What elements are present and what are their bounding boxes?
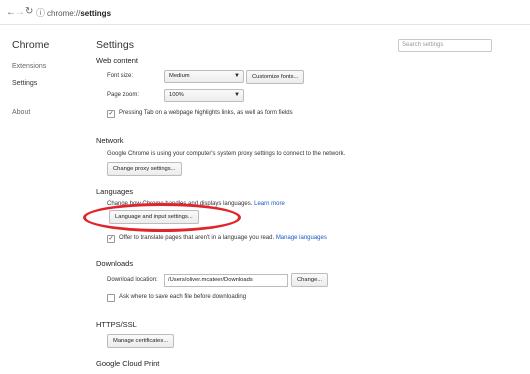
section-heading-languages: Languages — [96, 187, 134, 196]
toolbar-divider — [0, 24, 530, 25]
customize-fonts-button[interactable]: Customize fonts... — [246, 70, 305, 84]
font-size-value: Medium — [169, 73, 190, 79]
section-heading-cloud-print: Google Cloud Print — [96, 359, 160, 368]
offer-translate-text: Offer to translate pages that aren't in … — [119, 235, 275, 241]
section-heading-web-content: Web content — [96, 56, 138, 65]
page-zoom-label: Page zoom: — [107, 92, 140, 98]
ask-where-label: Ask where to save each file before downl… — [119, 294, 247, 300]
dropdown-arrow-icon: ▼ — [234, 73, 240, 79]
manage-languages-link[interactable]: Manage languages — [276, 235, 327, 241]
reload-icon[interactable]: ↻ — [25, 6, 33, 17]
change-download-location-button[interactable]: Change... — [291, 273, 329, 287]
info-icon[interactable]: ⓘ — [36, 6, 45, 19]
dropdown-arrow-icon: ▼ — [234, 92, 240, 98]
network-description: Google Chrome is using your computer's s… — [107, 151, 346, 157]
download-location-field[interactable]: /Users/oliver.mcateer/Downloads — [164, 274, 288, 287]
sidebar-item-settings[interactable]: Settings — [12, 80, 37, 87]
sidebar-item-about[interactable]: About — [12, 109, 30, 116]
sidebar-heading: Chrome — [12, 39, 50, 51]
download-location-label: Download location: — [107, 277, 158, 283]
offer-translate-label: Offer to translate pages that aren't in … — [119, 235, 327, 241]
address-bar[interactable]: chrome://settings — [47, 9, 111, 18]
manage-certificates-button[interactable]: Manage certificates... — [107, 334, 175, 348]
red-annotation-ellipse — [83, 203, 241, 232]
offer-translate-checkbox[interactable]: ✓ — [107, 235, 115, 243]
tab-highlight-checkbox[interactable]: ✓ — [107, 110, 115, 118]
url-scheme: chrome:// — [47, 9, 81, 18]
font-size-select[interactable]: Medium ▼ — [164, 70, 244, 83]
tab-highlight-label: Pressing Tab on a webpage highlights lin… — [119, 110, 293, 116]
forward-arrow-icon[interactable]: → — [15, 7, 25, 18]
section-heading-downloads: Downloads — [96, 259, 134, 268]
sidebar-item-extensions[interactable]: Extensions — [12, 63, 46, 70]
learn-more-link[interactable]: Learn more — [254, 201, 285, 207]
font-size-label: Font size: — [107, 73, 134, 79]
page-title: Settings — [96, 39, 134, 51]
ask-where-checkbox[interactable] — [107, 294, 115, 302]
section-heading-https: HTTPS/SSL — [96, 320, 137, 329]
page-zoom-value: 100% — [169, 92, 184, 98]
search-input[interactable]: Search settings — [398, 39, 492, 52]
url-path: settings — [80, 9, 112, 18]
page-zoom-select[interactable]: 100% ▼ — [164, 89, 244, 102]
change-proxy-button[interactable]: Change proxy settings... — [107, 162, 182, 176]
section-heading-network: Network — [96, 136, 124, 145]
